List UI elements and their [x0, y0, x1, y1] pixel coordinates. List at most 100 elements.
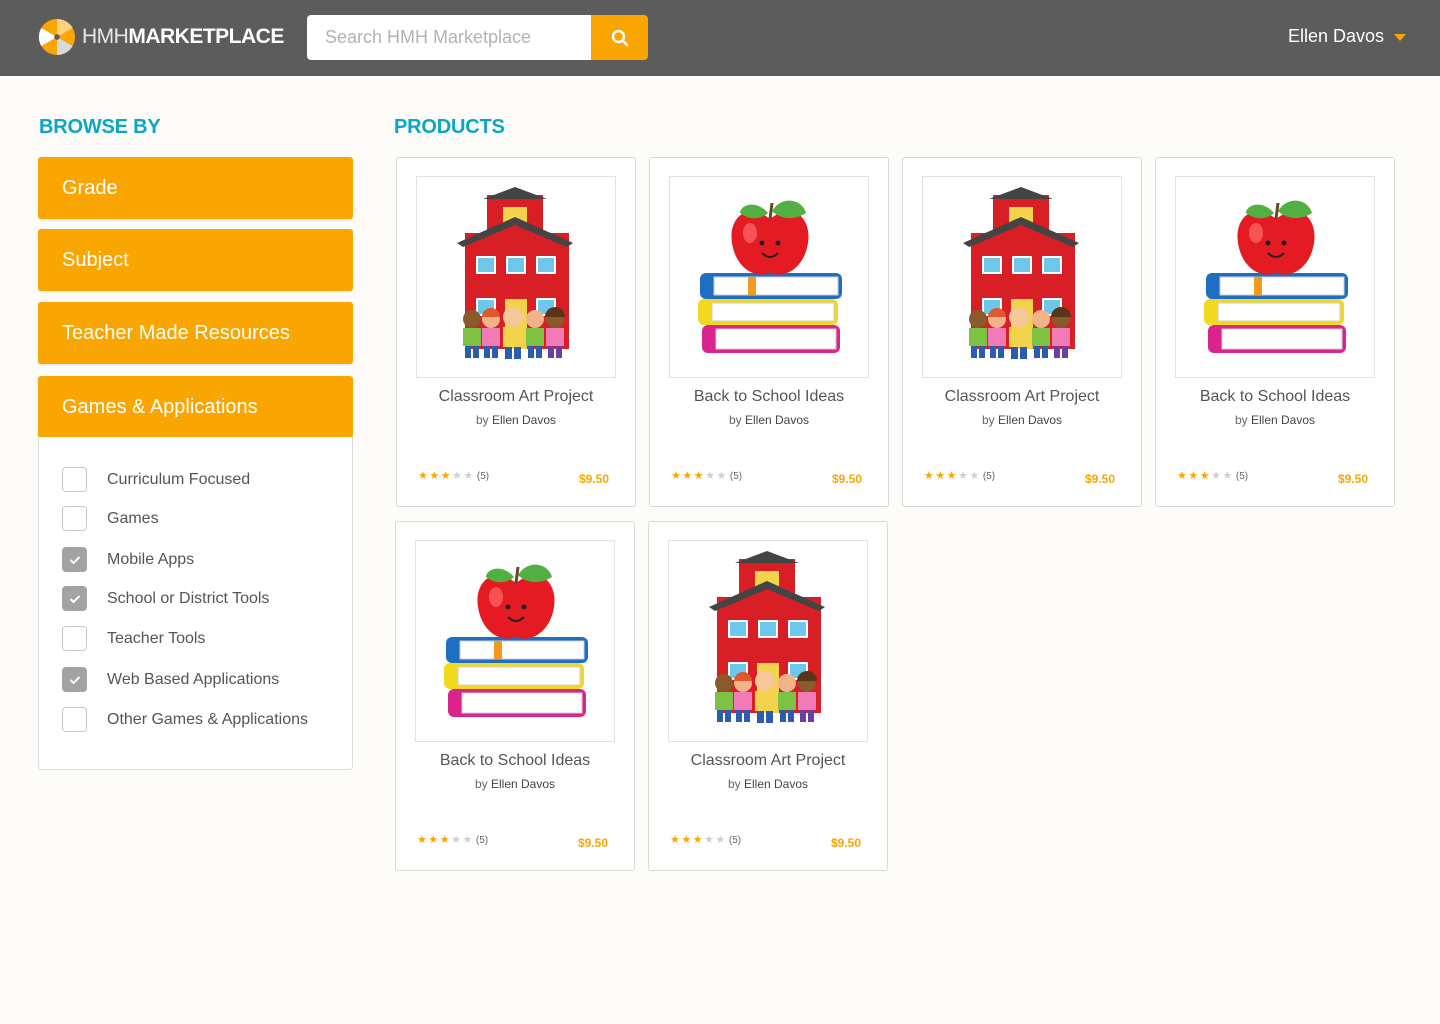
star-icon: ★ [1199, 470, 1210, 482]
product-thumbnail[interactable] [922, 176, 1122, 378]
star-icon: ★ [462, 834, 473, 846]
product-card[interactable]: Classroom Art Project by Ellen Davos ★ ★ ★… [396, 157, 636, 507]
star-icon: ★ [451, 834, 461, 846]
author-name[interactable]: Ellen Davos [492, 413, 556, 427]
product-thumbnail[interactable] [669, 176, 869, 378]
author-name[interactable]: Ellen Davos [744, 777, 808, 791]
schoolhouse-icon [963, 187, 1079, 359]
star-icon: ★ [693, 470, 704, 482]
product-title[interactable]: Classroom Art Project [649, 752, 887, 770]
hmh-logo-icon [38, 18, 76, 56]
checkmark-icon [69, 675, 80, 684]
product-card[interactable]: Back to School Ideas by Ellen Davos ★ ★ ★ ★… [1155, 157, 1395, 507]
filter-school-district-tools[interactable]: School or District Tools [62, 586, 269, 611]
star-icon: ★ [715, 834, 726, 846]
author-name[interactable]: Ellen Davos [745, 413, 809, 427]
search-input[interactable] [307, 15, 591, 60]
rating-count: (5) [729, 471, 743, 482]
author-name[interactable]: Ellen Davos [1251, 413, 1315, 427]
apple-books-icon [444, 564, 588, 717]
filter-curriculum-focused[interactable]: Curriculum Focused [62, 467, 250, 492]
product-thumbnail[interactable] [415, 540, 615, 742]
star-icon: ★ [946, 470, 957, 482]
filter-label: School or District Tools [107, 589, 270, 607]
product-title[interactable]: Back to School Ideas [1156, 388, 1394, 406]
star-icon: ★ [418, 470, 428, 482]
product-author: by Ellen Davos [1156, 413, 1394, 427]
author-name[interactable]: Ellen Davos [491, 777, 555, 791]
filter-web-based-applications[interactable]: Web Based Applications [62, 667, 279, 692]
filter-other-games-applications[interactable]: Other Games & Applications [62, 707, 308, 732]
star-rating: ★ ★ ★ ★ ★ (5) [671, 470, 743, 483]
checkbox-checked[interactable] [62, 667, 87, 692]
product-title[interactable]: Classroom Art Project [903, 388, 1141, 406]
filter-games[interactable]: Games [62, 506, 159, 531]
author-name[interactable]: Ellen Davos [998, 413, 1062, 427]
browse-by-title: BROWSE BY [39, 116, 161, 138]
author-by: by [981, 413, 995, 427]
star-icon: ★ [429, 470, 440, 482]
hmh-marketplace-logo[interactable]: HMHMARKETPLACE [38, 17, 284, 57]
product-author: by Ellen Davos [903, 413, 1141, 427]
author-by: by [475, 413, 489, 427]
checkbox[interactable] [62, 626, 87, 651]
product-card[interactable]: Back to School Ideas by Ellen Davos ★ ★ ★ ★… [395, 521, 635, 871]
rating-count: (5) [475, 835, 489, 846]
category-games-applications[interactable]: Games & Applications [38, 376, 353, 438]
category-label: Subject [62, 248, 129, 271]
star-rating: ★ ★ ★ ★ ★ (5) [670, 834, 742, 847]
star-icon: ★ [958, 470, 968, 482]
product-author: by Ellen Davos [396, 777, 634, 791]
product-price: $9.50 [1084, 472, 1115, 486]
product-price: $9.50 [577, 836, 608, 850]
user-menu[interactable]: Ellen Davos [1288, 26, 1406, 47]
star-rating: ★ ★ ★ ★ ★ (5) [924, 470, 995, 483]
checkmark-icon [69, 555, 80, 564]
filter-label: Curriculum Focused [107, 470, 251, 488]
author-by: by [1234, 413, 1248, 427]
product-title[interactable]: Back to School Ideas [396, 752, 634, 770]
search-bar [307, 15, 648, 60]
author-by: by [728, 413, 742, 427]
filter-teacher-tools[interactable]: Teacher Tools [62, 626, 205, 651]
category-grade[interactable]: Grade [38, 157, 353, 219]
star-icon: ★ [935, 470, 946, 482]
star-icon: ★ [969, 470, 980, 482]
star-icon: ★ [1177, 470, 1187, 482]
star-icon: ★ [716, 470, 727, 482]
product-thumbnail[interactable] [416, 176, 616, 378]
product-thumbnail[interactable] [1175, 176, 1375, 378]
checkbox[interactable] [62, 506, 87, 531]
checkbox-checked[interactable] [62, 547, 87, 572]
rating-count: (5) [728, 835, 742, 846]
top-header: HMHMARKETPLACE Ellen Davos [0, 0, 1440, 76]
filter-mobile-apps[interactable]: Mobile Apps [62, 547, 194, 572]
star-icon: ★ [682, 470, 693, 482]
checkbox[interactable] [62, 707, 87, 732]
checkbox[interactable] [62, 467, 87, 492]
product-card[interactable]: Back to School Ideas by Ellen Davos ★ ★ ★ ★… [649, 157, 889, 507]
filter-label: Web Based Applications [107, 670, 280, 688]
category-label: Teacher Made Resources [62, 321, 290, 344]
star-rating: ★ ★ ★ ★ ★ (5) [417, 834, 489, 847]
rating-count: (5) [476, 471, 490, 482]
filter-label: Teacher Tools [107, 629, 206, 647]
category-subject[interactable]: Subject [38, 229, 353, 291]
star-icon: ★ [452, 470, 462, 482]
product-card[interactable]: Classroom Art Project by Ellen Davos ★ ★ ★… [648, 521, 888, 871]
product-title[interactable]: Back to School Ideas [650, 388, 888, 406]
checkbox-checked[interactable] [62, 586, 87, 611]
logo-text: HMHMARKETPLACE [82, 25, 284, 49]
product-price: $9.50 [1337, 472, 1368, 486]
star-icon: ★ [417, 834, 427, 846]
product-thumbnail[interactable] [668, 540, 868, 742]
search-button[interactable] [591, 15, 648, 60]
filter-label: Games [107, 509, 159, 527]
star-icon: ★ [463, 470, 474, 482]
checkmark-icon [69, 594, 80, 603]
logo-text-hmh: HMH [82, 25, 129, 48]
product-card[interactable]: Classroom Art Project by Ellen Davos ★ ★ ★… [902, 157, 1142, 507]
product-title[interactable]: Classroom Art Project [397, 388, 635, 406]
apple-books-icon [1204, 200, 1348, 353]
category-teacher-made-resources[interactable]: Teacher Made Resources [38, 302, 353, 364]
